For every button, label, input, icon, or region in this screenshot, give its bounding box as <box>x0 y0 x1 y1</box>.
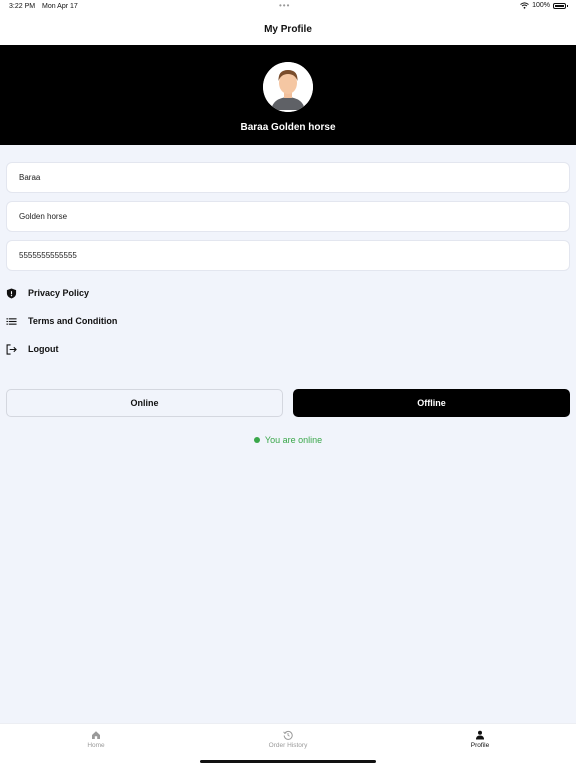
avatar[interactable] <box>263 62 313 112</box>
tab-label: Order History <box>268 742 308 749</box>
menu-item-terms[interactable]: Terms and Condition <box>6 312 117 330</box>
menu-item-privacy-policy[interactable]: Privacy Policy <box>6 284 89 302</box>
page-title: My Profile <box>264 24 312 35</box>
battery-icon <box>553 2 568 9</box>
menu-item-label: Privacy Policy <box>28 288 90 298</box>
wifi-icon <box>520 2 529 9</box>
last-name-field[interactable]: Golden horse <box>6 201 570 232</box>
status-time: 3:22 PM <box>9 3 36 10</box>
shield-icon <box>6 287 17 299</box>
person-icon <box>476 730 484 740</box>
tab-label: Home <box>87 742 105 749</box>
tab-order-history[interactable]: Order History <box>228 730 348 749</box>
battery-percent: 100% <box>532 2 550 9</box>
menu-item-label: Terms and Condition <box>28 316 118 326</box>
profile-name: Baraa Golden horse <box>240 122 336 133</box>
home-icon <box>92 731 100 739</box>
tab-label: Profile <box>470 742 490 749</box>
multitasking-dots-icon[interactable]: ••• <box>279 1 290 10</box>
phone-field[interactable]: 5555555555555 <box>6 240 570 271</box>
phone-value: 5555555555555 <box>19 251 77 260</box>
tab-home[interactable]: Home <box>36 730 156 749</box>
last-name-value: Golden horse <box>19 212 68 221</box>
menu-item-label: Logout <box>28 344 59 354</box>
status-bar: 3:22 PM Mon Apr 17 ••• 100% <box>0 0 576 14</box>
menu-item-logout[interactable]: Logout <box>6 340 59 358</box>
history-icon <box>283 730 293 740</box>
status-date: Mon Apr 17 <box>42 3 78 10</box>
status-indicators: 100% <box>520 2 568 9</box>
logout-icon <box>6 343 17 355</box>
home-indicator[interactable] <box>200 760 376 763</box>
first-name-field[interactable]: Baraa <box>6 162 570 193</box>
navigation-bar: My Profile <box>0 14 576 45</box>
avatar-person-icon <box>263 62 313 112</box>
list-icon <box>6 317 17 325</box>
first-name-value: Baraa <box>19 173 41 182</box>
online-status: You are online <box>0 435 576 445</box>
offline-button[interactable]: Offline <box>293 389 570 417</box>
online-status-text: You are online <box>264 435 323 445</box>
status-dot-icon <box>253 437 260 443</box>
online-button[interactable]: Online <box>6 389 283 417</box>
profile-header: Baraa Golden horse <box>0 45 576 145</box>
tab-profile[interactable]: Profile <box>420 730 540 749</box>
